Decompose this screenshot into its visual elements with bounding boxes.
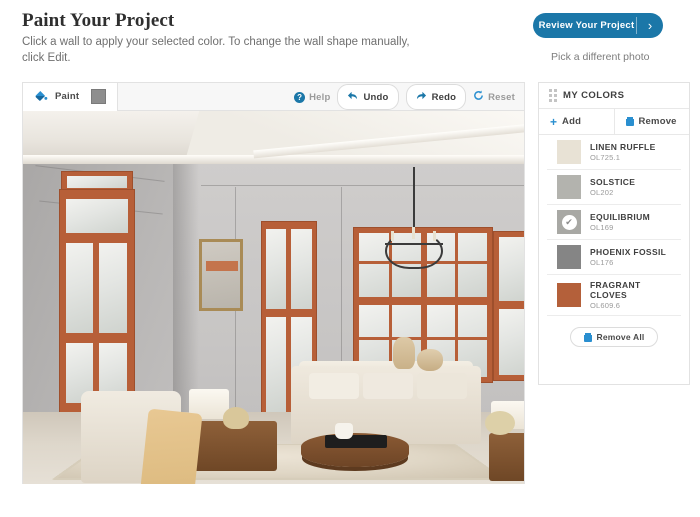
color-text: EQUILIBRIUM OL169 [590, 212, 650, 232]
color-text: PHOENIX FOSSIL OL176 [590, 247, 666, 267]
photo-canvas-card: Paint ? Help Undo Redo Reset [22, 81, 525, 484]
add-color-label: Add [562, 116, 582, 127]
color-text: FRAGRANT CLOVES OL609.6 [590, 280, 671, 310]
reset-button[interactable]: Reset [473, 88, 515, 106]
color-list-item[interactable]: SOLSTICE OL202 [547, 170, 681, 205]
window-mullion [359, 337, 487, 340]
redo-arrow-icon [416, 88, 427, 106]
color-text: LINEN RUFFLE OL725.1 [590, 142, 656, 162]
window-glass [499, 237, 524, 301]
door-glass [99, 243, 127, 333]
color-code: OL176 [590, 258, 614, 267]
color-text: SOLSTICE OL202 [590, 177, 635, 197]
remove-all-label: Remove All [596, 332, 645, 342]
chandelier-candle [412, 227, 415, 239]
side-table [489, 433, 524, 481]
help-button[interactable]: ? Help [294, 91, 331, 103]
throw-blanket [137, 408, 203, 484]
window-mullion [455, 233, 458, 377]
tab-paint[interactable]: Paint [23, 81, 119, 111]
plus-icon: + [550, 114, 558, 129]
my-colors-actions: + Add Remove [539, 109, 689, 135]
chandelier-candle [433, 231, 436, 241]
decorative-vase [417, 349, 443, 371]
help-label: Help [309, 91, 331, 103]
color-name: SOLSTICE [590, 177, 636, 187]
page-title: Paint Your Project [22, 10, 175, 31]
panel-moulding [201, 185, 524, 186]
active-color-swatch[interactable] [91, 89, 107, 104]
door-glass [266, 317, 286, 413]
color-code: OL725.1 [590, 153, 621, 162]
pick-a-different-photo-link[interactable]: Pick a different photo [551, 51, 649, 63]
chandelier-candle [391, 231, 394, 241]
color-list-item[interactable]: FRAGRANT CLOVES OL609.6 [547, 275, 681, 316]
color-code: OL202 [590, 188, 614, 197]
color-swatch[interactable] [557, 245, 581, 269]
decorative-vase [393, 337, 415, 369]
mirror-reflection [206, 261, 238, 271]
room-photo-canvas[interactable] [23, 111, 524, 484]
redo-label: Redo [431, 91, 457, 103]
color-list-item[interactable]: ✔ EQUILIBRIUM OL169 [547, 205, 681, 240]
color-name: LINEN RUFFLE [590, 142, 656, 152]
remove-all-button[interactable]: Remove All [569, 327, 659, 347]
chevron-right-icon: › [647, 18, 653, 33]
my-colors-header: MY COLORS [539, 83, 689, 109]
door-glass [66, 199, 128, 233]
trash-icon [583, 332, 592, 342]
review-your-project-button[interactable]: Review Your Project › [533, 13, 663, 38]
grid-handle-icon [549, 89, 557, 102]
canvas-toolbar: Paint ? Help Undo Redo Reset [23, 81, 524, 111]
toolbar-actions: ? Help Undo Redo Reset [294, 83, 515, 111]
reset-label: Reset [488, 91, 515, 103]
color-code: OL169 [590, 223, 614, 232]
door-glass [291, 229, 312, 309]
wall-mirror [199, 239, 243, 311]
color-name: FRAGRANT CLOVES [590, 280, 641, 300]
door-glass [266, 229, 286, 309]
color-list: LINEN RUFFLE OL725.1 SOLSTICE OL202 ✔ EQUILIB… [539, 135, 689, 316]
color-list-item[interactable]: LINEN RUFFLE OL725.1 [547, 135, 681, 170]
flower-arrangement [485, 411, 515, 435]
redo-button[interactable]: Redo [405, 84, 467, 110]
review-button-label: Review Your Project [538, 20, 635, 31]
color-name: EQUILIBRIUM [590, 212, 651, 222]
remove-color-button[interactable]: Remove [613, 109, 690, 134]
sofa-cushion [417, 373, 467, 399]
question-mark-icon: ? [294, 91, 306, 103]
color-name: PHOENIX FOSSIL [590, 247, 667, 257]
door-glass [66, 243, 93, 333]
flower-arrangement [223, 407, 249, 429]
remove-color-label: Remove [638, 116, 677, 127]
trash-icon [625, 117, 634, 126]
paint-your-project-page: Paint Your Project Click a wall to apply… [0, 0, 700, 517]
color-code: OL609.6 [590, 301, 621, 310]
undo-button[interactable]: Undo [337, 84, 399, 110]
color-swatch[interactable] [557, 283, 581, 307]
serving-tray [325, 435, 387, 448]
window-glass [499, 309, 524, 375]
color-swatch[interactable]: ✔ [557, 210, 581, 234]
white-pitcher [335, 423, 353, 439]
color-list-item[interactable]: PHOENIX FOSSIL OL176 [547, 240, 681, 275]
my-colors-panel: MY COLORS + Add Remove LINEN RUFFLE OL725… [538, 82, 690, 385]
my-colors-title: MY COLORS [563, 90, 625, 101]
sofa-cushion [363, 373, 413, 399]
refresh-icon [473, 88, 484, 106]
color-swatch[interactable] [557, 140, 581, 164]
check-icon: ✔ [561, 214, 577, 230]
paint-bucket-icon [34, 90, 48, 103]
page-subtitle: Click a wall to apply your selected colo… [22, 36, 410, 64]
color-swatch[interactable] [557, 175, 581, 199]
sofa-cushion [309, 373, 359, 399]
chandelier-arm [385, 243, 443, 245]
add-color-button[interactable]: + Add [539, 109, 614, 134]
door-transom-glass [67, 176, 127, 188]
remove-all-row: Remove All [539, 327, 689, 347]
undo-label: Undo [363, 91, 389, 103]
tab-paint-label: Paint [55, 91, 80, 102]
undo-arrow-icon [347, 88, 358, 106]
